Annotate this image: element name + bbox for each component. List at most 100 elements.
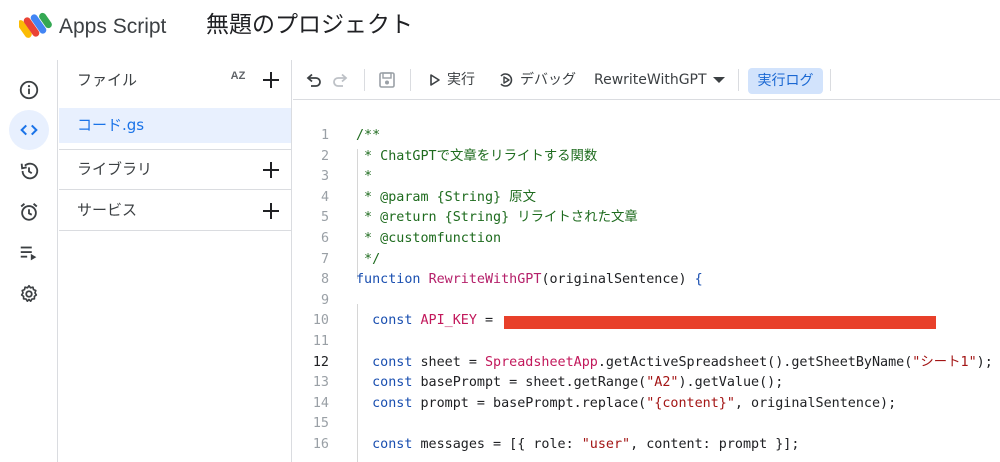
undo-icon[interactable] bbox=[303, 70, 323, 90]
code-icon bbox=[20, 124, 38, 136]
code-token: "シート1" bbox=[912, 354, 977, 370]
function-select-value: RewriteWithGPT bbox=[594, 72, 707, 88]
code-line[interactable]: 10 const API_KEY = bbox=[293, 311, 1000, 332]
code-token: { bbox=[694, 272, 703, 288]
executions-button[interactable] bbox=[9, 233, 49, 273]
code-line[interactable]: 14 const prompt = basePrompt.replace("{c… bbox=[293, 394, 1000, 415]
code-line[interactable]: 6 * @customfunction bbox=[293, 229, 1000, 250]
add-file-icon[interactable] bbox=[261, 70, 281, 90]
add-service-icon[interactable] bbox=[261, 201, 281, 221]
code-line[interactable]: 5 * @return {String} リライトされた文章 bbox=[293, 208, 1000, 229]
code-line[interactable]: 1 /** bbox=[293, 126, 1000, 147]
code-line[interactable]: 15 bbox=[293, 414, 1000, 435]
code-line[interactable]: 16 const messages = [{ role: "user", con… bbox=[293, 435, 1000, 456]
debug-button[interactable]: デバッグ bbox=[498, 68, 576, 92]
code-token: ).getValue(); bbox=[678, 375, 784, 391]
line-number: 7 bbox=[320, 251, 329, 267]
code-token: /** bbox=[356, 128, 381, 143]
overview-button[interactable] bbox=[9, 70, 49, 110]
code-line[interactable]: 2 * ChatGPTで文章をリライトする関数 bbox=[293, 147, 1000, 168]
toolbar-separator bbox=[830, 69, 831, 91]
files-header: ファイル AZ bbox=[59, 60, 291, 100]
add-library-icon[interactable] bbox=[261, 160, 281, 180]
code-token: basePrompt = sheet.getRange( bbox=[420, 375, 647, 391]
divider bbox=[59, 149, 291, 150]
dropdown-arrow-icon bbox=[712, 77, 725, 83]
run-button[interactable]: 実行 bbox=[429, 68, 475, 92]
code-line[interactable]: 3 * bbox=[293, 167, 1000, 188]
code-text: /** bbox=[356, 126, 380, 147]
code-text: */ bbox=[356, 250, 380, 271]
redo-icon[interactable] bbox=[331, 70, 351, 90]
code-token: * @customfunction bbox=[356, 231, 502, 246]
code-token: * ChatGPTで文章をリライトする関数 bbox=[356, 148, 598, 164]
file-item-label: コード.gs bbox=[77, 116, 145, 134]
code-token: * @param {String} 原文 bbox=[356, 189, 536, 205]
settings-button[interactable] bbox=[9, 274, 49, 314]
code-token: = bbox=[476, 313, 502, 329]
code-text: const sheet = SpreadsheetApp.getActiveSp… bbox=[356, 353, 993, 374]
code-token: API_KEY bbox=[420, 313, 477, 329]
code-editor[interactable]: 1/** 2 * ChatGPTで文章をリライトする関数 3 * 4 * @param… bbox=[293, 101, 1000, 462]
code-token: RewriteWithGPT bbox=[428, 272, 542, 288]
file-item-code-gs[interactable]: コード.gs bbox=[59, 108, 291, 143]
code-line[interactable]: 4 * @param {String} 原文 bbox=[293, 188, 1000, 209]
run-label: 実行 bbox=[447, 72, 475, 88]
code-line[interactable]: 12 const sheet = SpreadsheetApp.getActiv… bbox=[293, 353, 1000, 374]
editor-toolbar: 実行 デバッグ RewriteWithGPT 実行ログ bbox=[293, 60, 1000, 100]
sort-az-icon[interactable]: AZ bbox=[227, 70, 249, 90]
code-token: "A2" bbox=[646, 375, 679, 391]
history-button[interactable] bbox=[9, 151, 49, 191]
code-text: const messages = [{ role: "user", conten… bbox=[356, 435, 799, 456]
line-number: 12 bbox=[312, 354, 329, 370]
line-number: 13 bbox=[312, 375, 329, 391]
toolbar-separator bbox=[410, 69, 411, 91]
code-text: * bbox=[356, 167, 372, 188]
project-title[interactable]: 無題のプロジェクト bbox=[206, 8, 413, 42]
code-line[interactable]: 11 bbox=[293, 332, 1000, 353]
play-icon bbox=[430, 74, 440, 86]
code-token: const bbox=[372, 375, 421, 391]
code-text: const basePrompt = sheet.getRange("A2").… bbox=[356, 373, 783, 394]
execution-log-button[interactable]: 実行ログ bbox=[748, 68, 823, 94]
triggers-button[interactable] bbox=[9, 192, 49, 232]
left-rail bbox=[0, 60, 58, 462]
code-text: * @param {String} 原文 bbox=[356, 188, 536, 209]
line-number: 9 bbox=[320, 292, 329, 308]
line-number: 2 bbox=[320, 148, 329, 164]
debug-label: デバッグ bbox=[520, 72, 576, 88]
code-text: * @return {String} リライトされた文章 bbox=[356, 208, 638, 229]
alarm-icon bbox=[20, 203, 38, 221]
line-number: 3 bbox=[320, 169, 329, 185]
files-panel: ファイル AZ コード.gs ライブラリ サービス bbox=[59, 60, 292, 462]
apps-script-logo-icon[interactable] bbox=[19, 12, 53, 40]
code-token: * bbox=[356, 169, 373, 185]
line-number: 15 bbox=[312, 416, 329, 432]
editor-button[interactable] bbox=[9, 110, 49, 150]
line-number: 11 bbox=[312, 334, 329, 349]
line-number: 4 bbox=[320, 189, 329, 205]
code-token: const bbox=[372, 313, 421, 329]
line-number: 1 bbox=[320, 128, 329, 143]
line-number: 10 bbox=[312, 313, 329, 329]
save-icon[interactable] bbox=[377, 70, 397, 90]
code-token: ); bbox=[976, 354, 993, 370]
function-select[interactable]: RewriteWithGPT bbox=[594, 68, 726, 92]
services-title: サービス bbox=[77, 201, 138, 219]
code-token: (originalSentence) bbox=[541, 272, 695, 288]
code-text: const prompt = basePrompt.replace("{cont… bbox=[356, 394, 896, 415]
code-line[interactable]: 7 */ bbox=[293, 250, 1000, 271]
code-line[interactable]: 13 const basePrompt = sheet.getRange("A2… bbox=[293, 373, 1000, 394]
code-token: function bbox=[356, 272, 429, 288]
app-name[interactable]: Apps Script bbox=[59, 12, 166, 42]
code-line[interactable]: 9 bbox=[293, 291, 1000, 312]
code-token: , originalSentence); bbox=[734, 395, 897, 411]
code-token: const bbox=[372, 354, 421, 370]
sort-az-label: AZ bbox=[230, 70, 246, 82]
history-icon bbox=[20, 162, 39, 180]
code-line[interactable]: 8 function RewriteWithGPT(originalSentenc… bbox=[293, 270, 1000, 291]
